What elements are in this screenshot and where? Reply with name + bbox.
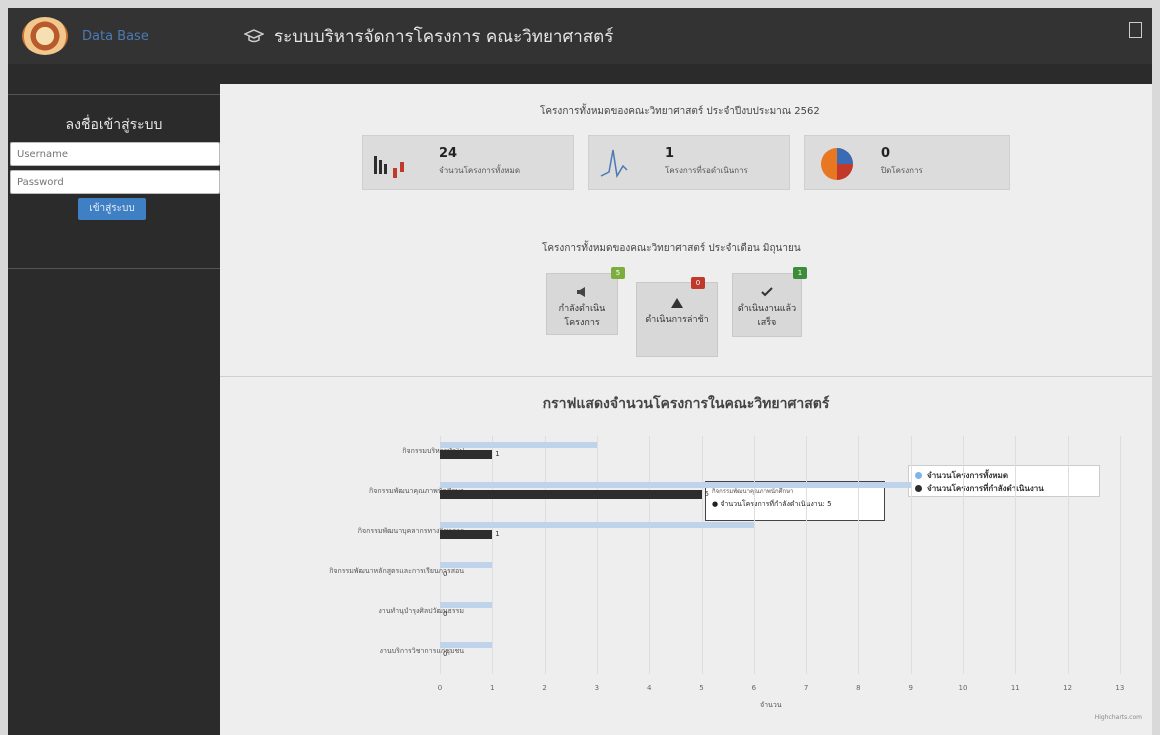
- line-chart-icon: [600, 149, 628, 179]
- pending-projects-label: โครงการที่รอดำเนินการ: [665, 166, 748, 175]
- grid-line: [649, 436, 651, 674]
- completed-count-badge: 1: [793, 267, 807, 279]
- bar-data-label: 1: [495, 450, 500, 458]
- bar-total-projects[interactable]: [440, 442, 597, 448]
- x-tick-label: 3: [594, 684, 600, 692]
- bar-ongoing-projects[interactable]: [440, 530, 493, 539]
- graduation-cap-icon: [244, 29, 264, 43]
- top-navbar: Data Base ระบบบริหารจัดการโครงการ คณะวิท…: [8, 8, 1152, 64]
- legend-item-total[interactable]: จำนวนโครงการทั้งหมด: [915, 469, 1093, 482]
- x-tick-label: 11: [1010, 684, 1020, 692]
- x-tick-label: 13: [1115, 684, 1125, 692]
- university-logo[interactable]: [22, 17, 68, 55]
- legend-dot-total: [915, 472, 922, 479]
- pie-chart-icon: [821, 148, 853, 180]
- bar-total-projects[interactable]: [440, 562, 493, 568]
- bar-total-projects[interactable]: [440, 602, 493, 608]
- app-window: Data Base ระบบบริหารจัดการโครงการ คณะวิท…: [8, 8, 1152, 735]
- chart-credits[interactable]: Highcharts.com: [1095, 714, 1142, 721]
- sidebar: ลงชื่อเข้าสู่ระบบ เข้าสู่ระบบ: [8, 64, 220, 735]
- x-tick-label: 1: [490, 684, 495, 692]
- password-input[interactable]: [10, 170, 220, 194]
- grid-line: [1119, 436, 1121, 674]
- sidebar-divider: [8, 94, 220, 95]
- grid-line: [753, 436, 755, 674]
- grid-line: [440, 436, 441, 674]
- total-projects-label: จำนวนโครงการทั้งหมด: [439, 166, 521, 175]
- checkmark-icon: [761, 287, 773, 297]
- x-tick-label: 9: [908, 684, 913, 692]
- brand-link[interactable]: Data Base: [82, 29, 232, 44]
- grid-line: [492, 436, 494, 674]
- legend-label-total: จำนวนโครงการทั้งหมด: [927, 471, 1009, 480]
- x-tick-label: 6: [751, 684, 757, 692]
- x-tick-label: 12: [1063, 684, 1073, 692]
- grid-line: [1067, 436, 1069, 674]
- x-tick-label: 2: [542, 684, 547, 692]
- bar-data-label: 1: [495, 530, 500, 538]
- x-tick-label: 0: [437, 684, 443, 692]
- closed-projects-card[interactable]: 0 ปิดโครงการ: [804, 135, 1010, 190]
- bar-data-label: 0: [443, 650, 448, 658]
- app-title-text: ระบบบริหารจัดการโครงการ คณะวิทยาศาสตร์: [274, 26, 614, 47]
- bar-data-label: 0: [443, 610, 448, 618]
- grid-line: [544, 436, 546, 674]
- pending-projects-card[interactable]: 1 โครงการที่รอดำเนินการ: [588, 135, 790, 190]
- delayed-count-badge: 0: [691, 277, 705, 289]
- legend-dot-ongoing: [915, 485, 922, 492]
- bar-chart-icon: [374, 156, 404, 178]
- pending-projects-value: 1: [665, 146, 675, 161]
- grid-line: [806, 436, 808, 674]
- x-tick-label: 8: [856, 684, 861, 692]
- grid-line: [596, 436, 598, 674]
- window-maximize-button[interactable]: [1129, 22, 1142, 38]
- delayed-label: ดำเนินการล่าช้า: [645, 315, 709, 325]
- total-projects-card[interactable]: 24 จำนวนโครงการทั้งหมด: [362, 135, 574, 190]
- delayed-projects-box[interactable]: 0 ดำเนินการล่าช้า: [636, 277, 718, 357]
- total-projects-value: 24: [439, 146, 458, 161]
- bar-ongoing-projects[interactable]: [440, 450, 493, 459]
- completed-label-line2: เสร็จ: [757, 318, 777, 328]
- grid-line: [910, 436, 912, 674]
- ongoing-projects-box[interactable]: 5 กำลังดำเนิน โครงการ: [546, 267, 625, 335]
- section-divider: [220, 376, 1152, 377]
- bar-total-projects[interactable]: [440, 482, 911, 488]
- login-button[interactable]: เข้าสู่ระบบ: [78, 198, 146, 220]
- legend-label-ongoing: จำนวนโครงการที่กำลังดำเนินงาน: [927, 484, 1044, 493]
- legend-item-ongoing[interactable]: จำนวนโครงการที่กำลังดำเนินงาน: [915, 482, 1093, 495]
- monthly-title: โครงการทั้งหมดของคณะวิทยาศาสตร์ ประจำเดื…: [542, 243, 801, 254]
- ongoing-count-badge: 5: [611, 267, 625, 279]
- chart-title: กราฟแสดงจำนวนโครงการในคณะวิทยาศาสตร์: [542, 396, 830, 412]
- bar-data-label: 5: [704, 490, 709, 498]
- username-input[interactable]: [10, 142, 220, 166]
- x-tick-label: 7: [803, 684, 809, 692]
- ongoing-label-line1: กำลังดำเนิน: [558, 304, 606, 314]
- x-tick-label: 4: [646, 684, 652, 692]
- bar-ongoing-projects[interactable]: [440, 490, 702, 499]
- grid-line: [963, 436, 964, 674]
- bar-data-label: 0: [443, 570, 448, 578]
- chart-legend: จำนวนโครงการทั้งหมด จำนวนโครงการที่กำลัง…: [908, 465, 1100, 497]
- closed-projects-label: ปิดโครงการ: [881, 166, 923, 175]
- ongoing-label-line2: โครงการ: [564, 318, 600, 328]
- bar-total-projects[interactable]: [440, 642, 493, 648]
- grid-line: [701, 436, 703, 674]
- main-content: โครงการทั้งหมดของคณะวิทยาศาสตร์ ประจำปีง…: [220, 84, 1152, 735]
- closed-projects-value: 0: [881, 146, 891, 161]
- x-tick-label: 10: [958, 684, 968, 692]
- warning-icon: [671, 298, 683, 308]
- completed-projects-box[interactable]: 1 ดำเนินงานแล้ว เสร็จ: [732, 267, 807, 337]
- bar-total-projects[interactable]: [440, 522, 754, 528]
- grid-line: [858, 436, 860, 674]
- tooltip-value: ● จำนวนโครงการที่กำลังดำเนินงาน: 5: [712, 500, 832, 508]
- summary-title: โครงการทั้งหมดของคณะวิทยาศาสตร์ ประจำปีง…: [540, 106, 820, 117]
- app-title: ระบบบริหารจัดการโครงการ คณะวิทยาศาสตร์: [244, 23, 613, 50]
- sidebar-divider: [8, 268, 220, 269]
- x-tick-label: 5: [699, 684, 704, 692]
- chart-x-axis-label: จำนวน: [760, 701, 782, 709]
- login-heading: ลงชื่อเข้าสู่ระบบ: [65, 117, 163, 133]
- grid-line: [1015, 436, 1017, 674]
- completed-label-line1: ดำเนินงานแล้ว: [737, 304, 797, 314]
- megaphone-icon: [577, 287, 585, 297]
